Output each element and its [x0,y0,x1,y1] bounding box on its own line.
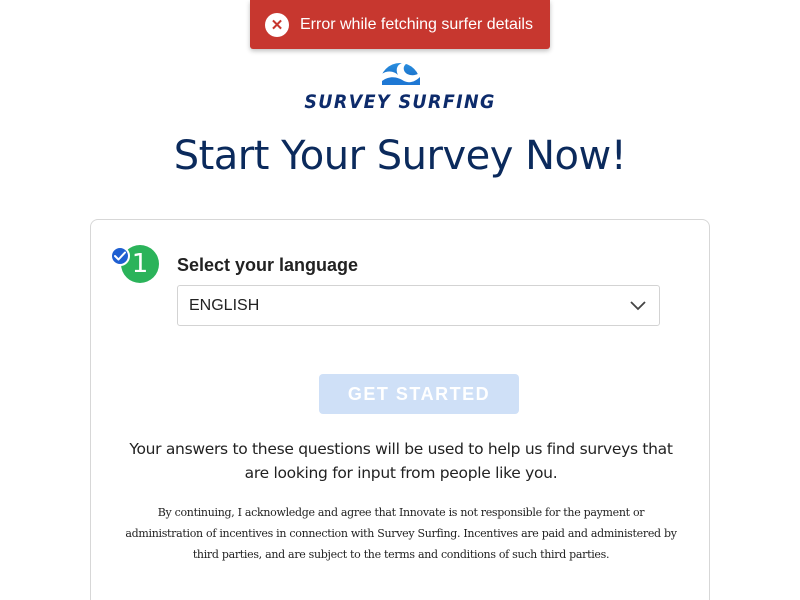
logo: SURVEY SURFING [0,47,800,113]
close-circle-icon[interactable]: ✕ [265,12,289,37]
language-select[interactable]: ENGLISH [177,285,660,326]
wave-icon [378,62,422,85]
logo-text: SURVEY SURFING [304,91,496,113]
checkmark-icon [110,246,130,266]
legal-disclaimer: By continuing, I acknowledge and agree t… [125,506,677,561]
info-text: Your answers to these questions will be … [129,440,673,482]
page: ✕ Error while fetching surfer details SU… [0,0,800,600]
survey-card: 1 Select your language ENGLISH GET START… [90,219,710,600]
language-select-value: ENGLISH [189,296,260,314]
page-title: Start Your Survey Now! [173,133,627,179]
error-message: Error while fetching surfer details [300,15,533,33]
error-toast: ✕ Error while fetching surfer details [250,0,550,49]
get-started-button[interactable]: GET STARTED [319,374,519,414]
chevron-down-icon [630,301,646,311]
language-label: Select your language [177,255,359,275]
